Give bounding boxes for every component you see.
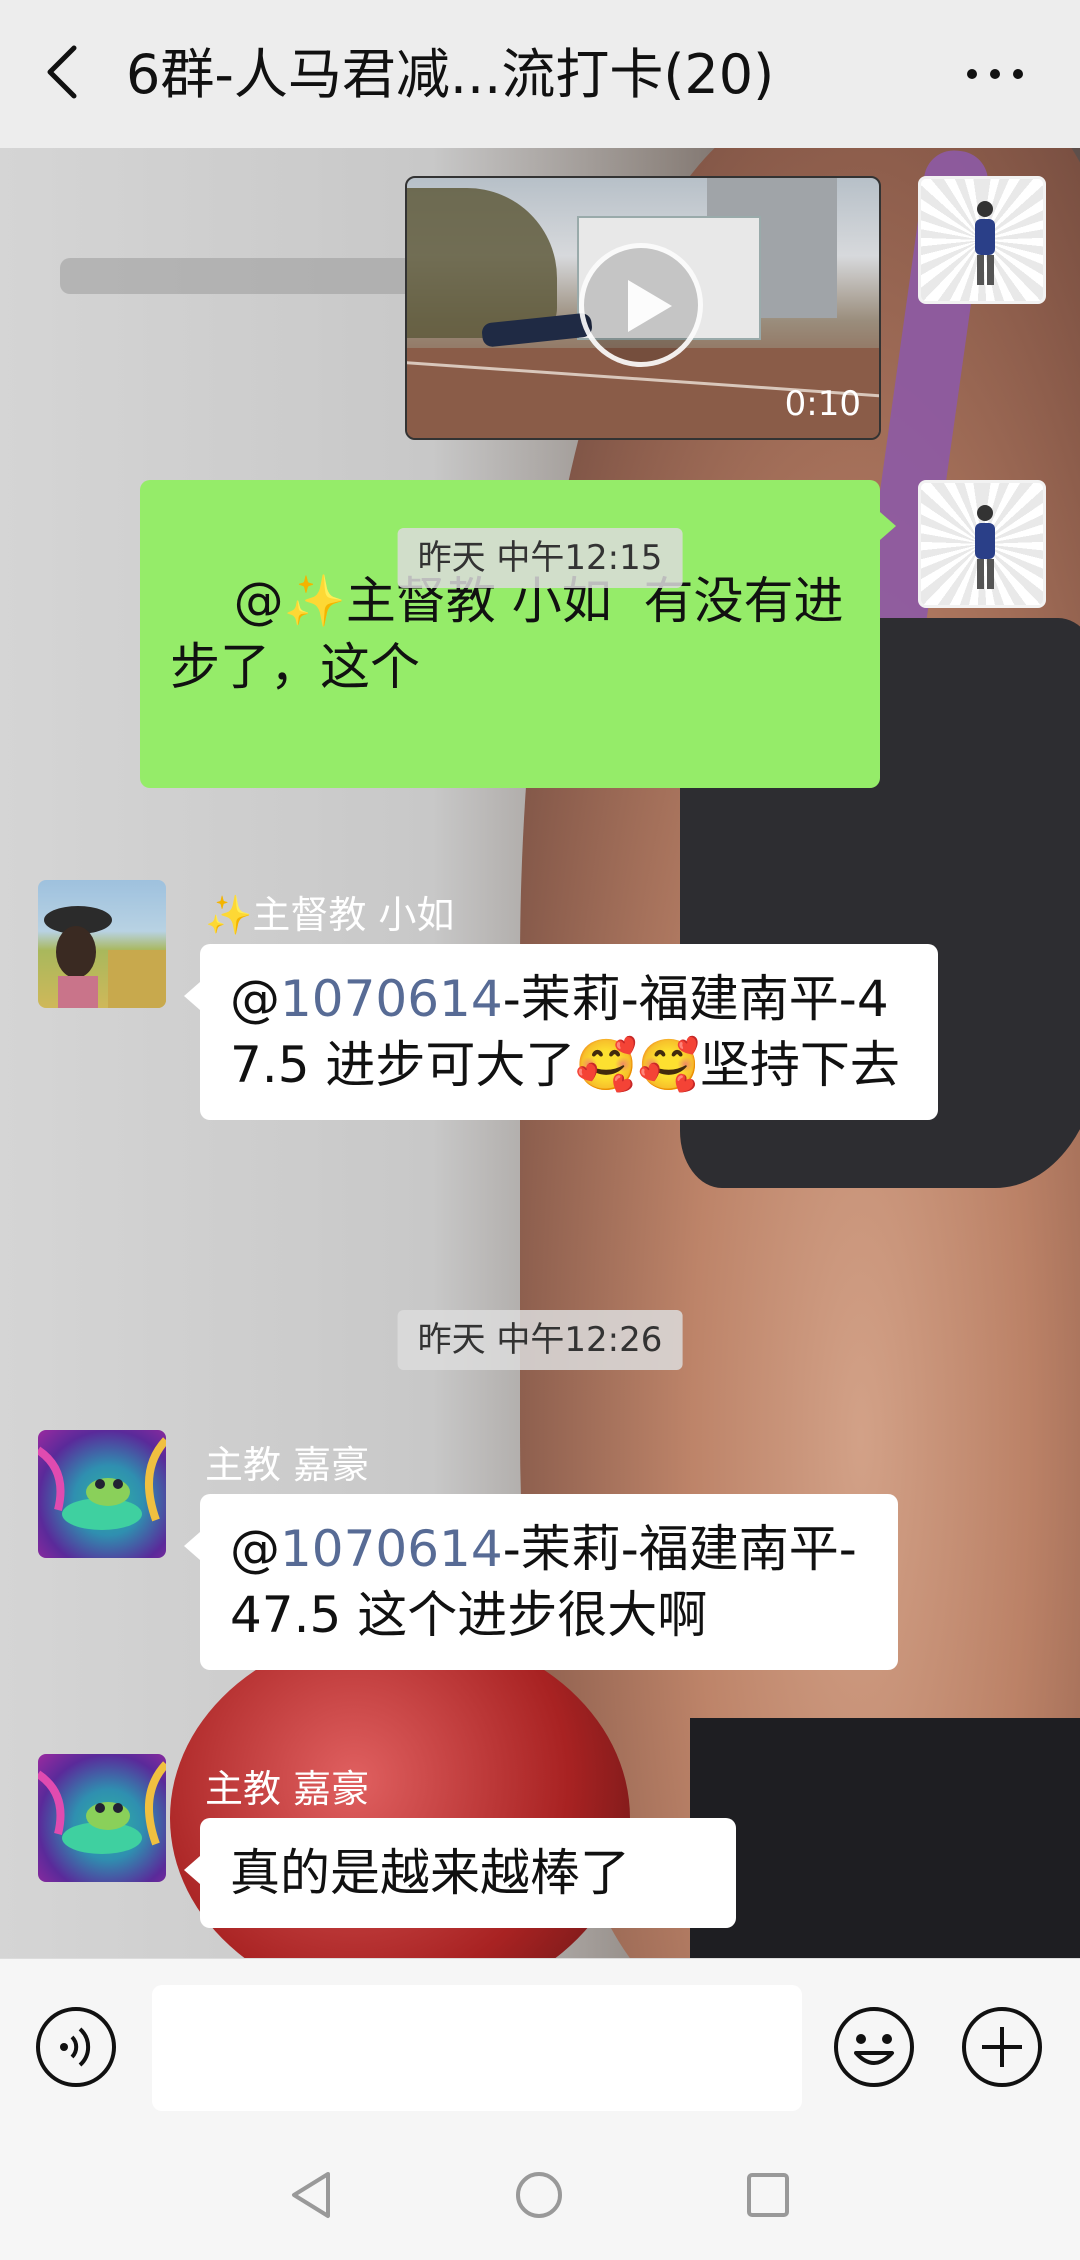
avatar-figure <box>975 201 995 285</box>
bubble-tail <box>184 982 200 1010</box>
mention-link[interactable]: 1070614 <box>280 1520 503 1578</box>
avatar-coach[interactable] <box>38 880 166 1008</box>
avatar-jiahao[interactable] <box>38 1430 166 1558</box>
play-icon <box>628 280 672 332</box>
chat-title: 6群-人马君减...流打卡(20) <box>126 43 775 106</box>
timestamp: 昨天 中午12:26 <box>397 1310 683 1370</box>
avatar-frog <box>38 1761 166 1854</box>
sender-name: ✨主督教 小如 <box>205 884 454 939</box>
background-shorts <box>690 1718 1080 1958</box>
chat-header: 6群-人马君减...流打卡(20) <box>0 0 1080 148</box>
avatar-jiahao[interactable] <box>38 1754 166 1882</box>
bubble-tail <box>184 1856 200 1884</box>
nav-home-icon[interactable] <box>514 2170 564 2220</box>
sparkle-emoji: ✨ <box>283 572 346 630</box>
sender-name: 主教 嘉豪 <box>205 1767 370 1811</box>
more-dots-icon[interactable] <box>960 56 1030 92</box>
video-duration: 0:10 <box>784 384 861 424</box>
system-nav-bar <box>0 2128 1080 2260</box>
avatar-self[interactable] <box>918 480 1046 608</box>
video-message[interactable]: 0:10 <box>405 176 881 440</box>
avatar-frog <box>38 1437 166 1530</box>
bubble-tail <box>184 1532 200 1560</box>
mention-prefix: @ <box>230 1520 280 1578</box>
avatar-self[interactable] <box>918 176 1046 304</box>
voice-icon[interactable] <box>34 2005 118 2089</box>
input-bar <box>0 1958 1080 2129</box>
back-arrow-icon[interactable] <box>40 40 84 104</box>
mention-prefix: @ <box>230 970 280 1028</box>
sender-label: 主督教 小如 <box>252 893 455 937</box>
bubble-tail <box>880 512 896 540</box>
sender-name: 主教 嘉豪 <box>205 1443 370 1487</box>
background-bar <box>60 258 420 294</box>
emoji-icon[interactable] <box>832 2005 916 2089</box>
video-trees <box>407 188 557 338</box>
mention-link[interactable]: 1070614 <box>280 970 503 1028</box>
timestamp: 昨天 中午12:15 <box>397 528 683 588</box>
mention-prefix: @ <box>233 572 284 630</box>
nav-back-icon[interactable] <box>288 2170 334 2220</box>
play-button[interactable] <box>579 243 703 367</box>
nav-recent-icon[interactable] <box>746 2172 790 2218</box>
message-bubble-self[interactable]: @✨主督教 小如 有没有进步了，这个 <box>140 480 880 788</box>
message-bubble[interactable]: @1070614-茉莉-福建南平-47.5 进步可大了🥰🥰坚持下去 <box>200 944 938 1120</box>
avatar-figure <box>975 505 995 589</box>
message-bubble[interactable]: @1070614-茉莉-福建南平-47.5 这个进步很大啊 <box>200 1494 898 1670</box>
chat-message-list[interactable]: 0:10 @✨主督教 小如 有没有进步了，这个 昨天 中午12:15 ✨主督教 … <box>0 148 1080 1958</box>
sparkle-emoji: ✨ <box>205 893 253 937</box>
message-input[interactable] <box>152 1985 802 2111</box>
message-bubble[interactable]: 真的是越来越棒了 <box>200 1818 736 1928</box>
avatar-photo <box>44 906 166 1008</box>
plus-icon[interactable] <box>960 2005 1044 2089</box>
